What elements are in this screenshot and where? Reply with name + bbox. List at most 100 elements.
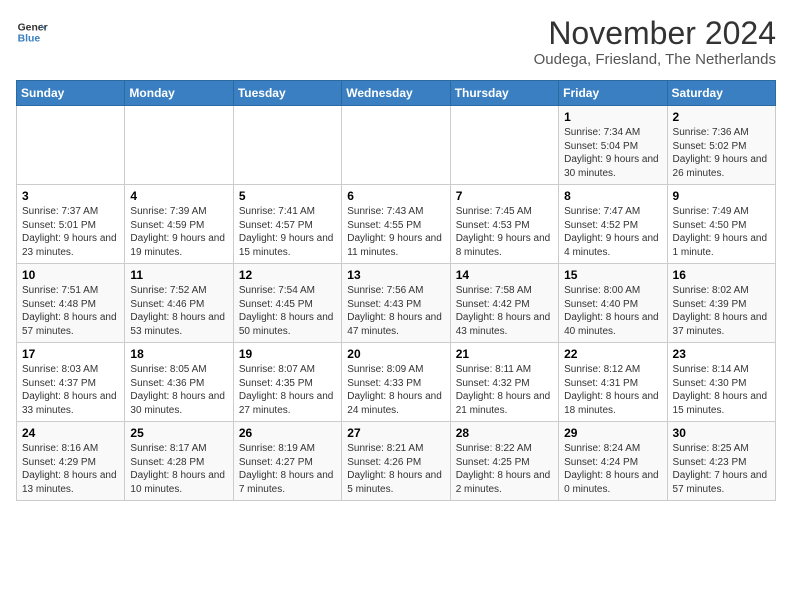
cell-content: Sunrise: 7:51 AMSunset: 4:48 PMDaylight:… [22, 284, 119, 338]
day-number: 26 [239, 426, 336, 440]
cell-content: Sunrise: 8:09 AMSunset: 4:33 PMDaylight:… [347, 363, 444, 417]
page-subtitle: Oudega, Friesland, The Netherlands [534, 51, 776, 68]
cell-text-line: Sunset: 4:45 PM [239, 299, 313, 310]
cell-text-line: Sunset: 4:57 PM [239, 220, 313, 231]
calendar-cell [17, 106, 125, 185]
cell-text-line: Sunset: 4:52 PM [564, 220, 638, 231]
calendar-cell: 23Sunrise: 8:14 AMSunset: 4:30 PMDayligh… [667, 343, 775, 422]
cell-text-line: Sunset: 4:50 PM [673, 220, 747, 231]
day-number: 3 [22, 189, 119, 203]
day-number: 22 [564, 347, 661, 361]
calendar-cell: 11Sunrise: 7:52 AMSunset: 4:46 PMDayligh… [125, 264, 233, 343]
cell-text-line: Daylight: 8 hours and 40 minutes. [564, 312, 659, 337]
cell-text-line: Sunrise: 8:12 AM [564, 364, 640, 375]
cell-text-line: Daylight: 9 hours and 4 minutes. [564, 233, 659, 258]
calendar-cell: 20Sunrise: 8:09 AMSunset: 4:33 PMDayligh… [342, 343, 450, 422]
day-number: 5 [239, 189, 336, 203]
cell-text-line: Sunrise: 8:03 AM [22, 364, 98, 375]
cell-content: Sunrise: 7:37 AMSunset: 5:01 PMDaylight:… [22, 205, 119, 259]
cell-text-line: Sunrise: 7:58 AM [456, 285, 532, 296]
cell-text-line: Daylight: 8 hours and 43 minutes. [456, 312, 551, 337]
day-number: 16 [673, 268, 770, 282]
cell-text-line: Sunset: 4:40 PM [564, 299, 638, 310]
cell-text-line: Sunrise: 7:56 AM [347, 285, 423, 296]
cell-content: Sunrise: 8:03 AM Sunset: 4:37 PM Daylight:… [22, 363, 119, 417]
cell-text-line: Sunset: 5:01 PM [22, 220, 96, 231]
calendar-cell: 8Sunrise: 7:47 AMSunset: 4:52 PMDaylight… [559, 185, 667, 264]
cell-text-line: Sunset: 4:25 PM [456, 457, 530, 468]
cell-content: Sunrise: 8:25 AMSunset: 4:23 PMDaylight:… [673, 442, 770, 496]
cell-text-line: Daylight: 8 hours and 50 minutes. [239, 312, 334, 337]
weekday-header: Sunday [17, 81, 125, 106]
cell-text-line: Sunrise: 8:17 AM [130, 443, 206, 454]
calendar-cell: 4Sunrise: 7:39 AMSunset: 4:59 PMDaylight… [125, 185, 233, 264]
cell-text-line: Sunrise: 8:21 AM [347, 443, 423, 454]
cell-text-line: Sunrise: 7:39 AM [130, 206, 206, 217]
cell-text-line: Daylight: 8 hours and 30 minutes. [130, 391, 225, 416]
header-row: SundayMondayTuesdayWednesdayThursdayFrid… [17, 81, 776, 106]
cell-text-line: Sunrise: 7:52 AM [130, 285, 206, 296]
svg-text:Blue: Blue [18, 34, 41, 45]
day-number: 11 [130, 268, 227, 282]
weekday-header: Thursday [450, 81, 558, 106]
cell-text-line: Daylight: 8 hours and 0 minutes. [564, 470, 659, 495]
calendar-cell: 28 Sunrise: 8:22 AMSunset: 4:25 PMDayligh… [450, 422, 558, 501]
weekday-header: Wednesday [342, 81, 450, 106]
day-number: 12 [239, 268, 336, 282]
cell-text-line: Sunrise: 7:47 AM [564, 206, 640, 217]
cell-text-line: Sunrise: 8:14 AM [673, 364, 749, 375]
cell-content: Sunrise: 8:02 AMSunset: 4:39 PMDaylight:… [673, 284, 770, 338]
cell-text-line: Sunrise: 7:36 AM [673, 127, 749, 138]
cell-text-line: Sunrise: 8:24 AM [564, 443, 640, 454]
weekday-header: Monday [125, 81, 233, 106]
cell-text-line: Sunset: 4:26 PM [347, 457, 421, 468]
cell-text-line: Daylight: 9 hours and 30 minutes. [564, 154, 659, 179]
cell-content: Sunrise: 8:16 AMSunset: 4:29 PMDaylight:… [22, 442, 119, 496]
cell-content: Sunrise: 7:41 AMSunset: 4:57 PMDaylight:… [239, 205, 336, 259]
calendar-cell: 29Sunrise: 8:24 AMSunset: 4:24 PMDayligh… [559, 422, 667, 501]
cell-content: Sunrise: 8:22 AMSunset: 4:25 PMDaylight:… [456, 442, 553, 496]
cell-content: Sunrise: 8:17 AMSunset: 4:28 PMDaylight:… [130, 442, 227, 496]
cell-text-line: Sunrise: 8:19 AM [239, 443, 315, 454]
day-number: 15 [564, 268, 661, 282]
cell-text-line: Sunrise: 7:43 AM [347, 206, 423, 217]
day-number: 2 [673, 110, 770, 124]
cell-content: Sunrise: 7:34 AMSunset: 5:04 PMDaylight:… [564, 126, 661, 180]
cell-content: Sunrise: 7:52 AMSunset: 4:46 PMDaylight:… [130, 284, 227, 338]
calendar-cell: 12Sunrise: 7:54 AMSunset: 4:45 PMDayligh… [233, 264, 341, 343]
cell-text-line: Daylight: 8 hours and 33 minutes. [22, 391, 117, 416]
cell-text-line: Sunset: 4:23 PM [673, 457, 747, 468]
calendar-cell: 5 Sunrise: 7:41 AMSunset: 4:57 PMDaylight… [233, 185, 341, 264]
cell-text-line: Daylight: 9 hours and 15 minutes. [239, 233, 334, 258]
cell-text-line: Sunset: 4:39 PM [673, 299, 747, 310]
day-number: 17 [22, 347, 119, 361]
cell-content: Sunrise: 7:58 AMSunset: 4:42 PMDaylight:… [456, 284, 553, 338]
cell-text-line: Sunrise: 8:02 AM [673, 285, 749, 296]
calendar-cell: 25Sunrise: 8:17 AMSunset: 4:28 PMDayligh… [125, 422, 233, 501]
calendar-cell [450, 106, 558, 185]
cell-text-line: Sunset: 4:32 PM [456, 378, 530, 389]
cell-text-line: Sunrise: 7:45 AM [456, 206, 532, 217]
day-number: 28 [456, 426, 553, 440]
cell-text-line: Sunset: 4:46 PM [130, 299, 204, 310]
cell-text-line: Sunset: 4:30 PM [673, 378, 747, 389]
cell-text-line: Daylight: 9 hours and 19 minutes. [130, 233, 225, 258]
cell-text-line: Daylight: 8 hours and 5 minutes. [347, 470, 442, 495]
calendar-week: 24Sunrise: 8:16 AMSunset: 4:29 PMDayligh… [17, 422, 776, 501]
calendar-cell: 10Sunrise: 7:51 AMSunset: 4:48 PMDayligh… [17, 264, 125, 343]
page-title: November 2024 [534, 16, 776, 51]
cell-content: Sunrise: 7:47 AM Sunset: 4:52 PM Daylight:… [564, 205, 661, 259]
calendar-week: 10Sunrise: 7:51 AMSunset: 4:48 PMDayligh… [17, 264, 776, 343]
calendar-cell: 26Sunrise: 8:19 AMSunset: 4:27 PMDayligh… [233, 422, 341, 501]
cell-content: Sunrise: 8:00 AMSunset: 4:40 PMDaylight:… [564, 284, 661, 338]
cell-text-line: Sunrise: 8:09 AM [347, 364, 423, 375]
day-number: 6 [347, 189, 444, 203]
cell-text-line: Sunset: 5:04 PM [564, 141, 638, 152]
cell-text-line: Sunset: 4:53 PM [456, 220, 530, 231]
cell-text-line: Sunset: 4:37 PM [22, 378, 96, 389]
calendar-cell: 21Sunrise: 8:11 AMSunset: 4:32 PMDayligh… [450, 343, 558, 422]
cell-text-line: Sunrise: 8:16 AM [22, 443, 98, 454]
cell-text-line: Daylight: 8 hours and 18 minutes. [564, 391, 659, 416]
calendar-cell: 24Sunrise: 8:16 AMSunset: 4:29 PMDayligh… [17, 422, 125, 501]
cell-content: Sunrise: 8:12 AMSunset: 4:31 PMDaylight:… [564, 363, 661, 417]
